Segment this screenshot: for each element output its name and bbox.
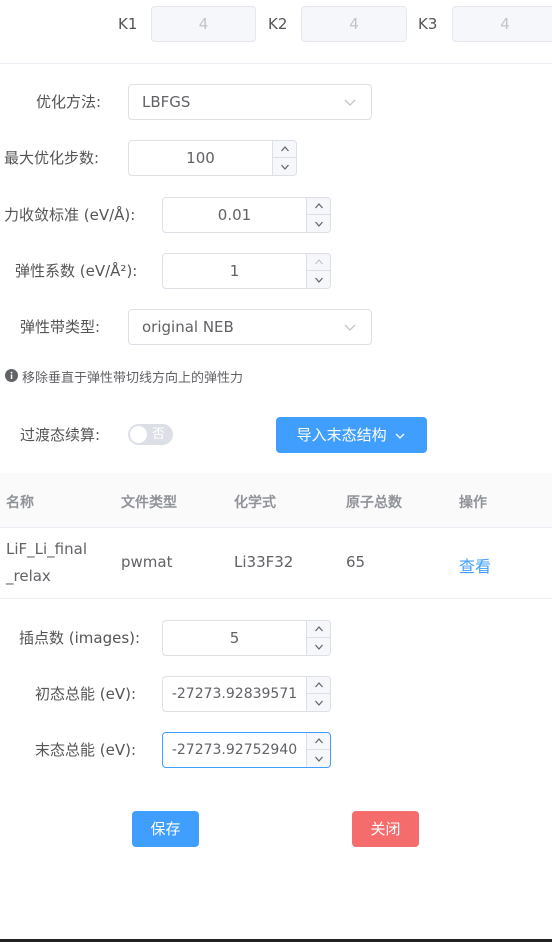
spring-const-label: 弹性系数 (eV/Å²): <box>15 262 138 280</box>
info-icon <box>5 369 18 382</box>
chevron-down-icon <box>314 756 323 762</box>
decrease-button[interactable] <box>273 158 296 175</box>
opt-method-select[interactable]: LBFGS <box>128 84 372 120</box>
transition-label: 过渡态续算: <box>20 426 101 444</box>
decrease-button[interactable] <box>307 750 330 767</box>
increase-button[interactable] <box>307 621 330 638</box>
images-input[interactable]: 5 <box>162 620 331 656</box>
chevron-up-icon <box>314 738 323 744</box>
opt-method-value: LBFGS <box>142 93 191 111</box>
chevron-down-icon <box>314 644 323 650</box>
force-tol-value: 0.01 <box>217 206 252 224</box>
increase-button[interactable] <box>307 254 330 271</box>
increase-button[interactable] <box>307 677 330 694</box>
import-final-structure-button[interactable]: 导入末态结构 <box>276 417 427 453</box>
increase-button[interactable] <box>273 141 296 158</box>
chevron-down-icon <box>344 324 356 331</box>
row-file-type: pwmat <box>121 553 173 571</box>
col-header-formula: 化学式 <box>234 495 276 511</box>
toggle-text: 否 <box>152 427 166 442</box>
transition-toggle[interactable]: 否 <box>128 424 173 445</box>
row-atoms: 65 <box>346 553 366 571</box>
spring-const-value: 1 <box>229 262 240 280</box>
force-tol-input[interactable]: 0.01 <box>162 197 331 233</box>
row-name-line2: _relax <box>6 567 51 585</box>
table-row-border <box>0 598 552 599</box>
section-divider <box>0 63 552 64</box>
images-value: 5 <box>229 629 240 647</box>
decrease-button[interactable] <box>307 694 330 711</box>
increase-button[interactable] <box>307 198 330 215</box>
increase-button[interactable] <box>307 733 330 750</box>
force-tol-label: 力收敛标准 (eV/Å): <box>4 206 136 224</box>
max-steps-input[interactable]: 100 <box>128 140 297 176</box>
opt-method-label: 优化方法: <box>36 93 102 111</box>
chevron-down-icon <box>314 221 323 227</box>
chevron-up-icon <box>280 146 289 152</box>
chevron-up-icon <box>314 203 323 209</box>
chevron-down-icon <box>344 99 356 106</box>
row-name-line1: LiF_Li_final <box>6 540 87 558</box>
k3-input[interactable]: 4 <box>452 6 552 42</box>
decrease-button[interactable] <box>307 271 330 288</box>
max-steps-label: 最大优化步数: <box>4 149 100 167</box>
k3-label: K3 <box>418 15 438 33</box>
chevron-up-icon <box>314 626 323 632</box>
import-button-label: 导入末态结构 <box>296 426 387 444</box>
band-type-value: original NEB <box>142 318 234 336</box>
band-type-hint: 移除垂直于弹性带切线方向上的弹性力 <box>22 371 244 386</box>
close-button[interactable]: 关闭 <box>352 811 419 847</box>
initial-energy-value: -27273.92839571 <box>171 686 298 702</box>
col-header-atoms: 原子总数 <box>346 495 402 511</box>
view-link[interactable]: 查看 <box>459 553 491 577</box>
chevron-up-icon <box>314 259 323 265</box>
decrease-button[interactable] <box>307 215 330 232</box>
k1-input[interactable]: 4 <box>151 6 256 42</box>
initial-energy-label: 初态总能 (eV): <box>35 685 137 703</box>
chevron-up-icon <box>314 682 323 688</box>
spring-const-input[interactable]: 1 <box>162 253 331 289</box>
col-header-file-type: 文件类型 <box>121 495 177 511</box>
save-button[interactable]: 保存 <box>132 811 199 847</box>
row-formula: Li33F32 <box>234 553 294 571</box>
final-energy-value: -27273.92752940 <box>171 742 298 758</box>
k2-input[interactable]: 4 <box>301 6 407 42</box>
decrease-button[interactable] <box>307 638 330 655</box>
chevron-down-icon <box>314 700 323 706</box>
band-type-label: 弹性带类型: <box>20 318 101 336</box>
toggle-knob <box>130 426 147 443</box>
max-steps-value: 100 <box>186 149 215 167</box>
chevron-down-icon <box>395 433 405 439</box>
final-energy-input[interactable]: -27273.92752940 <box>162 732 331 768</box>
k1-label: K1 <box>118 15 138 33</box>
final-energy-label: 末态总能 (eV): <box>35 741 137 759</box>
col-header-action: 操作 <box>459 495 487 511</box>
images-label: 插点数 (images): <box>19 629 141 647</box>
chevron-down-icon <box>280 164 289 170</box>
col-header-name: 名称 <box>6 495 34 511</box>
k2-label: K2 <box>268 15 288 33</box>
initial-energy-input[interactable]: -27273.92839571 <box>162 676 331 712</box>
chevron-down-icon <box>314 277 323 283</box>
band-type-select[interactable]: original NEB <box>128 309 372 345</box>
